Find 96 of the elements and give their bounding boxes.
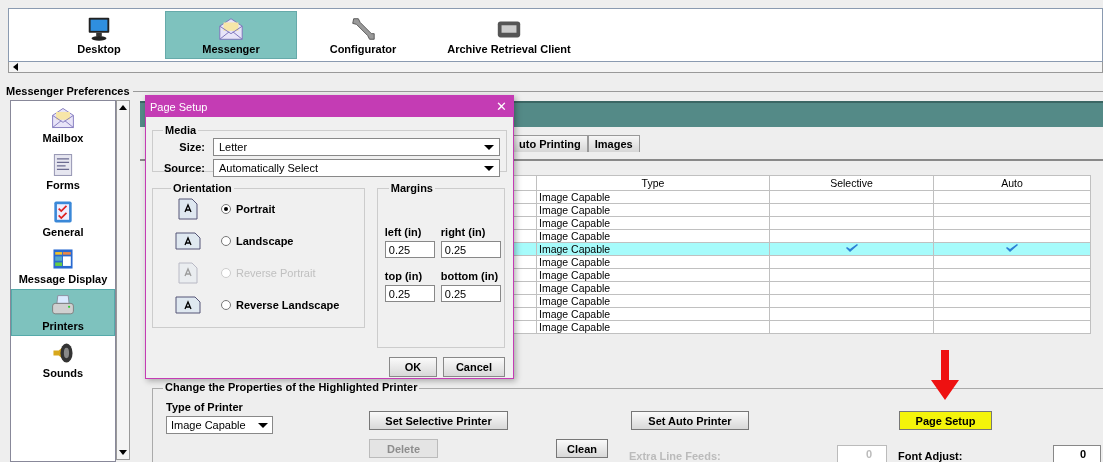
table-row[interactable]: Image Capable bbox=[500, 242, 1091, 256]
field-label: left (in) bbox=[384, 226, 423, 238]
scroll-up-icon[interactable] bbox=[119, 105, 127, 110]
app-tab[interactable]: Archive Retrieval Client bbox=[429, 11, 589, 59]
checkbox-cell[interactable] bbox=[933, 268, 1091, 282]
table-cell: Image Capable bbox=[536, 255, 770, 269]
check-icon bbox=[844, 244, 859, 253]
group-title: Margins bbox=[389, 182, 434, 194]
tab[interactable]: Images bbox=[587, 135, 640, 152]
app-tab[interactable]: Messenger bbox=[165, 11, 297, 59]
checkbox-cell[interactable] bbox=[769, 190, 934, 204]
column-header[interactable]: Type bbox=[536, 175, 770, 191]
margin-field[interactable]: 0.25 bbox=[384, 241, 435, 258]
check-icon bbox=[1005, 244, 1019, 253]
size-dropdown[interactable]: Letter bbox=[213, 138, 500, 156]
sidebar-item[interactable]: Printers bbox=[11, 289, 115, 336]
margin-field[interactable]: 0.25 bbox=[440, 241, 501, 258]
field-label: Size: bbox=[178, 141, 206, 153]
action-button[interactable]: Set Auto Printer bbox=[631, 411, 749, 430]
checkbox-cell[interactable] bbox=[933, 216, 1091, 230]
checkbox-cell[interactable] bbox=[769, 268, 934, 282]
dropdown-arrow-icon bbox=[484, 165, 494, 171]
envelope-icon bbox=[217, 15, 245, 43]
checkbox-cell[interactable] bbox=[933, 307, 1091, 321]
table-cell: Image Capable bbox=[536, 294, 770, 308]
checkbox-cell[interactable] bbox=[769, 307, 934, 321]
table-cell: Image Capable bbox=[536, 307, 770, 321]
field-label: Font Adjust: bbox=[898, 450, 963, 462]
printer-type-dropdown[interactable]: Image Capable bbox=[166, 416, 273, 434]
orientation-radio[interactable]: Portrait bbox=[221, 203, 276, 215]
column-header[interactable]: Selective bbox=[769, 175, 934, 191]
checkbox-cell[interactable] bbox=[933, 190, 1091, 204]
table-cell: Image Capable bbox=[536, 216, 770, 230]
sidebar-item[interactable]: Mailbox bbox=[11, 101, 115, 148]
dialog-title: Page Setup bbox=[150, 100, 208, 113]
dialog-button[interactable]: Cancel bbox=[442, 357, 505, 377]
checkbox-cell[interactable] bbox=[933, 203, 1091, 217]
annotation-arrow bbox=[930, 350, 960, 400]
sidebar-item[interactable]: Sounds bbox=[11, 336, 115, 383]
landscape-page-icon bbox=[175, 296, 201, 314]
action-button[interactable]: Set Selective Printer bbox=[369, 411, 508, 430]
envelope-icon bbox=[50, 105, 76, 131]
scroll-down-icon[interactable] bbox=[119, 450, 127, 455]
checkbox-cell[interactable] bbox=[769, 294, 934, 308]
checkbox-cell[interactable] bbox=[769, 229, 934, 243]
checkbox-cell[interactable] bbox=[933, 229, 1091, 243]
app-tab[interactable]: Configurator bbox=[297, 11, 429, 59]
tab[interactable]: uto Printing bbox=[512, 135, 588, 152]
group-title: Orientation bbox=[172, 182, 233, 194]
dialog-button[interactable]: OK bbox=[388, 357, 437, 377]
section-title: Messenger Preferences bbox=[6, 85, 130, 97]
column-header[interactable]: Auto bbox=[933, 175, 1091, 191]
checkbox-cell[interactable] bbox=[769, 203, 934, 217]
action-button[interactable]: Page Setup bbox=[899, 411, 992, 430]
field-label: right (in) bbox=[440, 226, 487, 238]
portrait-page-icon bbox=[178, 262, 198, 284]
table-cell: Image Capable bbox=[536, 190, 770, 204]
group-title: Change the Properties of the Highlighted Printer bbox=[163, 381, 420, 393]
sidebar-item[interactable]: General bbox=[11, 195, 115, 242]
scroll-left-icon[interactable] bbox=[13, 63, 18, 71]
landscape-page-icon bbox=[175, 232, 201, 250]
spinner-field[interactable]: 0 bbox=[1053, 445, 1101, 462]
checkbox-cell[interactable] bbox=[933, 281, 1091, 295]
checkbox-cell[interactable] bbox=[933, 320, 1091, 334]
field-label: Source: bbox=[163, 162, 206, 174]
checkbox-cell[interactable] bbox=[769, 216, 934, 230]
margin-field[interactable]: 0.25 bbox=[440, 285, 501, 302]
orientation-radio[interactable]: Reverse Landscape bbox=[221, 299, 340, 311]
checkbox-cell[interactable] bbox=[933, 255, 1091, 269]
field-label: top (in) bbox=[384, 270, 424, 282]
group-title: Media bbox=[164, 124, 198, 136]
table-cell: Image Capable bbox=[536, 281, 770, 295]
close-button[interactable]: ✕ bbox=[496, 99, 507, 114]
app-tab[interactable]: Desktop bbox=[33, 11, 165, 59]
scrollbar[interactable] bbox=[116, 100, 130, 460]
table-cell: Image Capable bbox=[536, 203, 770, 217]
sidebar-item[interactable]: Message Display bbox=[11, 242, 115, 289]
checkbox-cell[interactable] bbox=[933, 294, 1091, 308]
table-cell: Image Capable bbox=[536, 229, 770, 243]
checkbox-cell[interactable] bbox=[769, 281, 934, 295]
checkbox-cell[interactable] bbox=[769, 320, 934, 334]
wrench-icon bbox=[349, 15, 377, 43]
field-label: bottom (in) bbox=[440, 270, 500, 282]
orientation-radio[interactable]: Landscape bbox=[221, 235, 294, 247]
checkbox-cell[interactable] bbox=[769, 255, 934, 269]
dropdown-arrow-icon bbox=[484, 144, 494, 150]
dropdown-arrow-icon bbox=[258, 422, 268, 428]
clean-button[interactable]: Clean bbox=[556, 439, 608, 458]
margin-field[interactable]: 0.25 bbox=[384, 285, 435, 302]
message-display-icon bbox=[50, 246, 76, 272]
table-cell: Image Capable bbox=[536, 320, 770, 334]
source-dropdown[interactable]: Automatically Select bbox=[213, 159, 500, 177]
portrait-page-icon bbox=[178, 198, 198, 220]
sidebar-item[interactable]: Forms bbox=[11, 148, 115, 195]
table-cell: Image Capable bbox=[536, 268, 770, 282]
field-label: Type of Printer bbox=[166, 401, 243, 413]
